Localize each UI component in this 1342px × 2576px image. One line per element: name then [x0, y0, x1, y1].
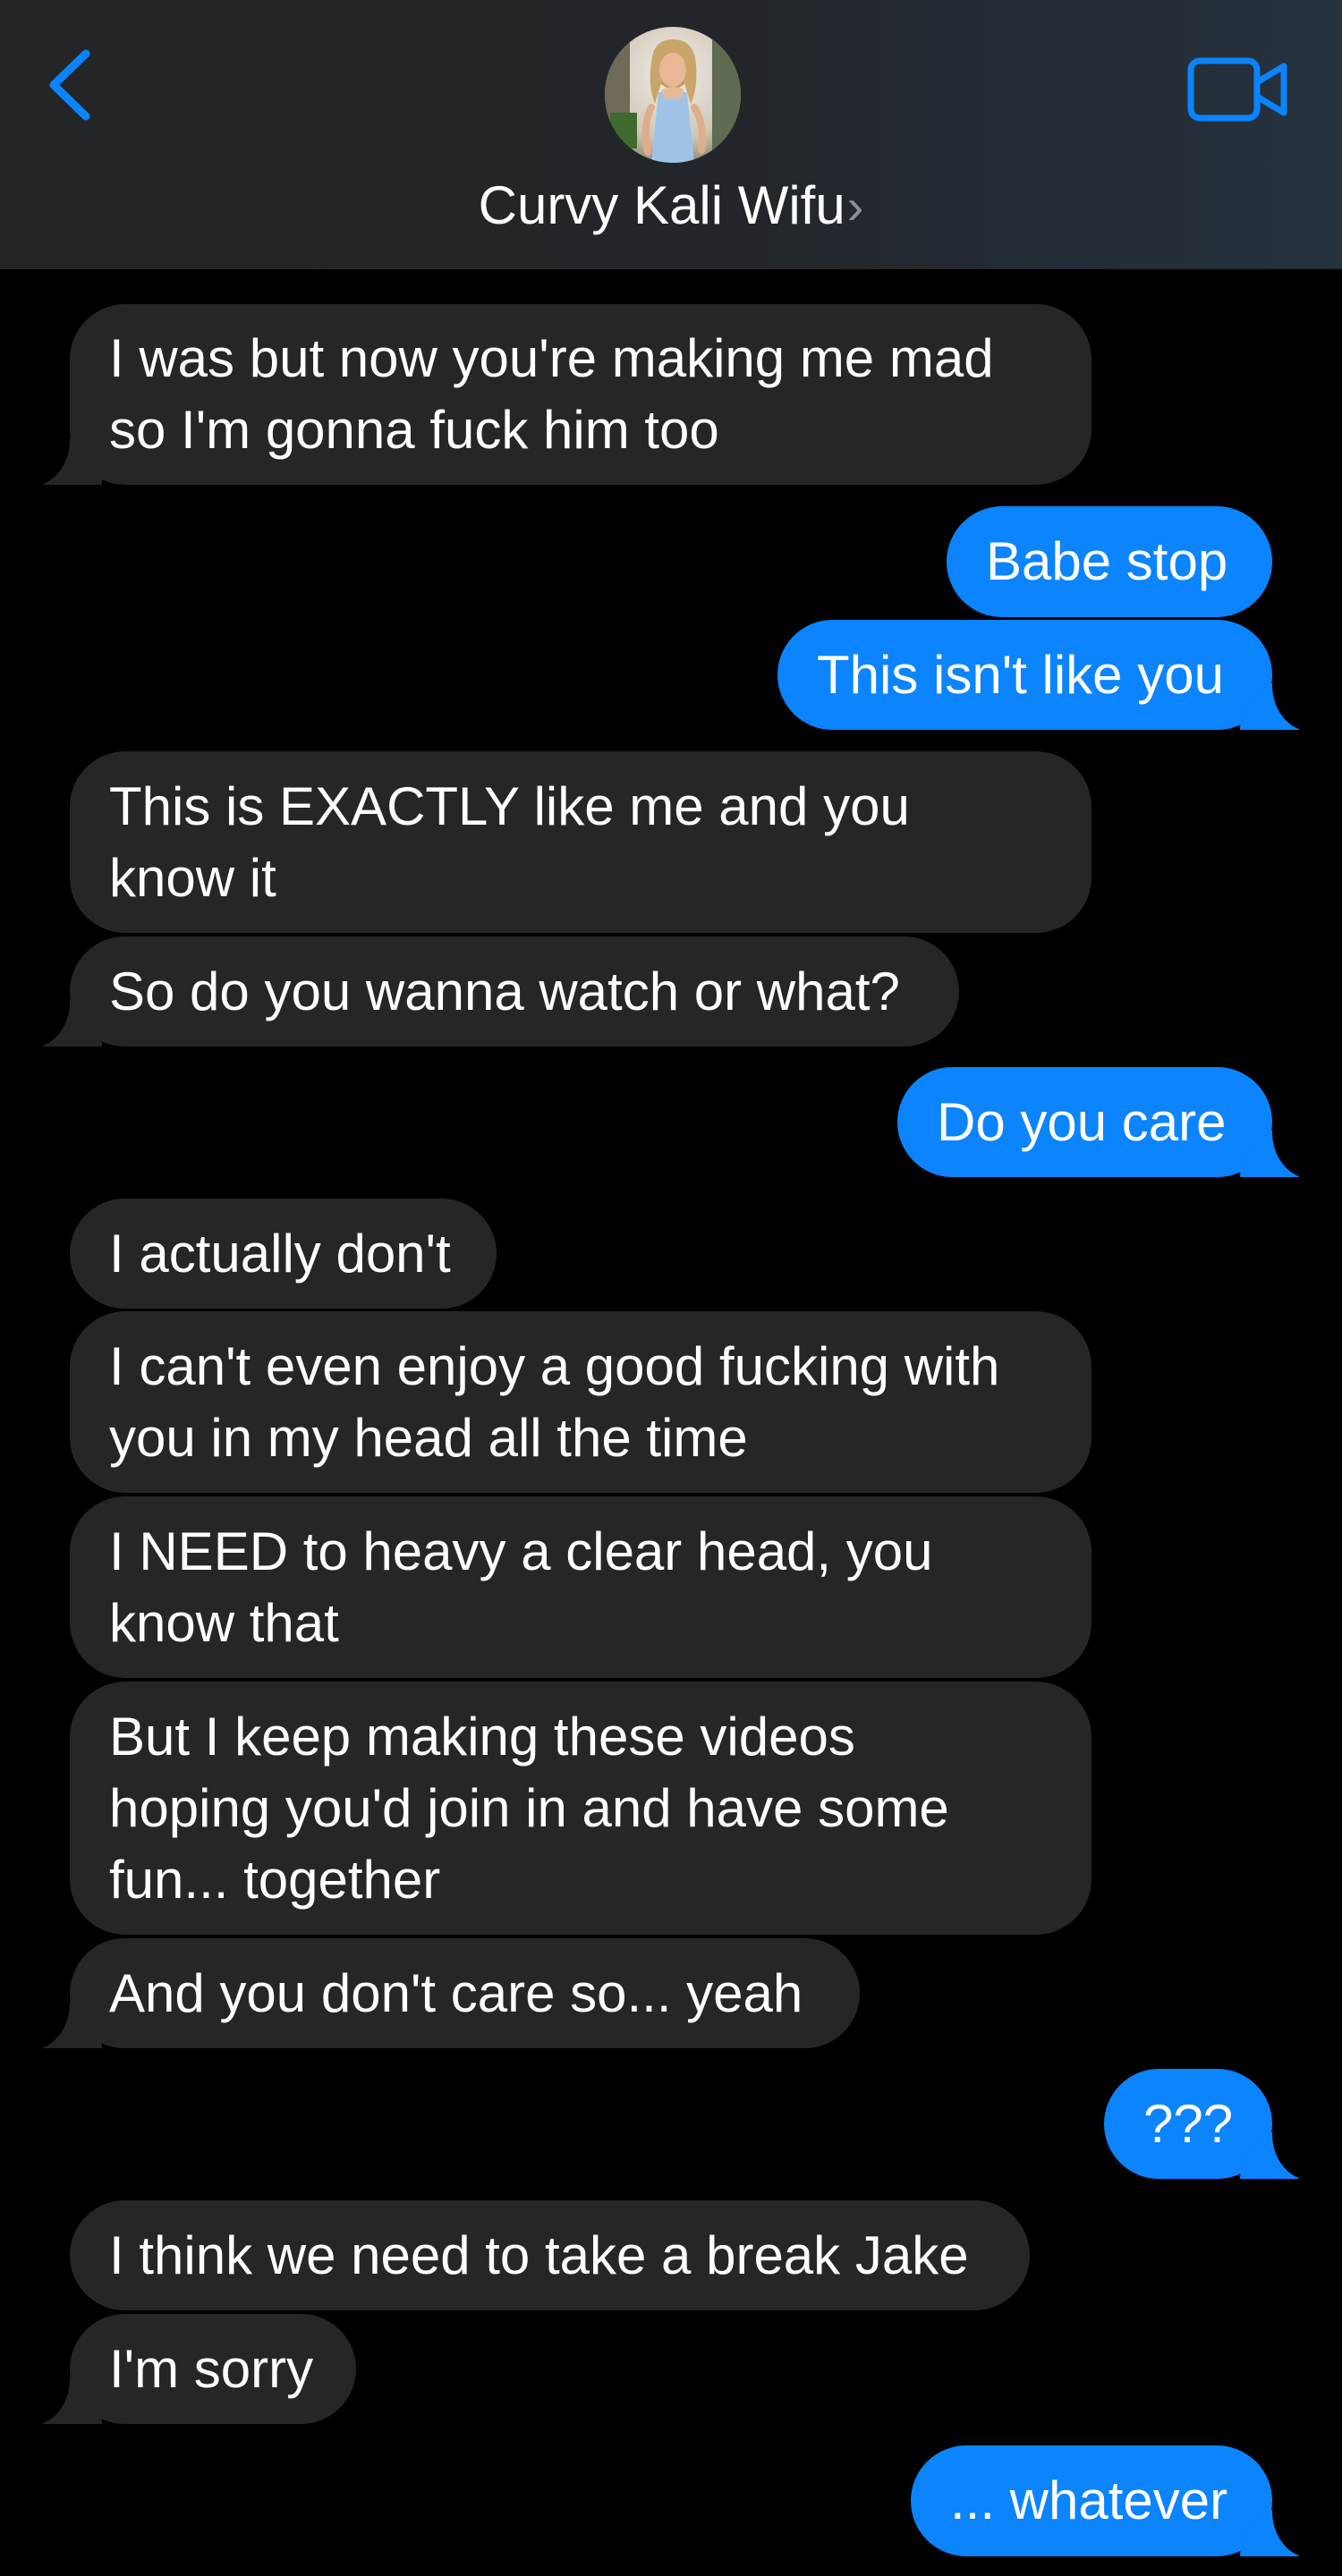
message-text-line: I think we need to take a break Jake: [109, 2224, 969, 2285]
outgoing-message-bubble[interactable]: Do you care: [897, 1067, 1319, 1179]
outgoing-message-bubble[interactable]: This isn't like you: [777, 620, 1319, 732]
message-text-line: fun... together: [109, 1849, 441, 1910]
message-text-line: I NEED to heavy a clear head, you: [109, 1521, 933, 1581]
message-text-line: hoping you'd join in and have some: [109, 1777, 949, 1838]
conversation-header: Curvy Kali Wifu›: [0, 0, 1342, 269]
message-text-line: And you don't care so... yeah: [109, 1962, 803, 2023]
message-text-line: Do you care: [937, 1091, 1227, 1152]
message-text-line: I actually don't: [109, 1223, 451, 1284]
back-button[interactable]: [41, 45, 104, 125]
message-text-line: This isn't like you: [817, 644, 1224, 705]
message-text-line: But I keep making these videos: [109, 1706, 855, 1767]
incoming-message-bubble[interactable]: I can't even enjoy a good fucking with y…: [70, 1311, 1091, 1493]
outgoing-message-bubble[interactable]: ???: [1104, 2069, 1319, 2181]
message-text-line: know it: [109, 847, 276, 908]
incoming-message-bubble[interactable]: This is EXACTLY like me and you know it: [70, 751, 1091, 933]
video-camera-icon: [1187, 57, 1287, 122]
contact-avatar[interactable]: [605, 27, 741, 163]
outgoing-message-bubble[interactable]: ... whatever: [911, 2445, 1319, 2558]
incoming-message-bubble[interactable]: I think we need to take a break Jake: [70, 2200, 1030, 2310]
message-text-line: This is EXACTLY like me and you: [109, 775, 910, 836]
message-text-line: so I'm gonna fuck him too: [109, 400, 719, 460]
incoming-message-bubble[interactable]: But I keep making these videos hoping yo…: [70, 1682, 1091, 1935]
contact-name-button[interactable]: Curvy Kali Wifu›: [0, 170, 1342, 242]
avatar-photo: [605, 27, 741, 163]
message-text-line: So do you wanna watch or what?: [109, 961, 900, 1021]
chevron-left-icon: [49, 49, 90, 121]
message-text-line: I'm sorry: [109, 2338, 314, 2399]
incoming-message-bubble[interactable]: I NEED to heavy a clear head, you know t…: [70, 1496, 1091, 1678]
message-text-line: I was but now you're making me mad: [109, 328, 994, 388]
incoming-message-bubble[interactable]: I'm sorry: [23, 2314, 356, 2426]
incoming-message-bubble[interactable]: And you don't care so... yeah: [23, 1938, 860, 2050]
message-text-line: ???: [1143, 2093, 1234, 2154]
outgoing-message-bubble[interactable]: Babe stop: [947, 506, 1272, 617]
chevron-right-icon: ›: [846, 178, 864, 234]
facetime-video-button[interactable]: [1186, 54, 1290, 125]
message-text-line: Babe stop: [986, 531, 1228, 591]
contact-name: Curvy Kali Wifu: [478, 175, 845, 235]
message-text-line: I can't even enjoy a good fucking with: [109, 1335, 1000, 1396]
incoming-message-bubble[interactable]: I was but now you're making me mad so I'…: [23, 304, 1091, 487]
incoming-message-bubble[interactable]: I actually don't: [70, 1199, 497, 1309]
incoming-message-bubble[interactable]: So do you wanna watch or what?: [23, 936, 959, 1048]
message-text-line: you in my head all the time: [109, 1407, 748, 1468]
message-text-line: ... whatever: [950, 2470, 1228, 2530]
message-text-line: know that: [109, 1592, 339, 1653]
